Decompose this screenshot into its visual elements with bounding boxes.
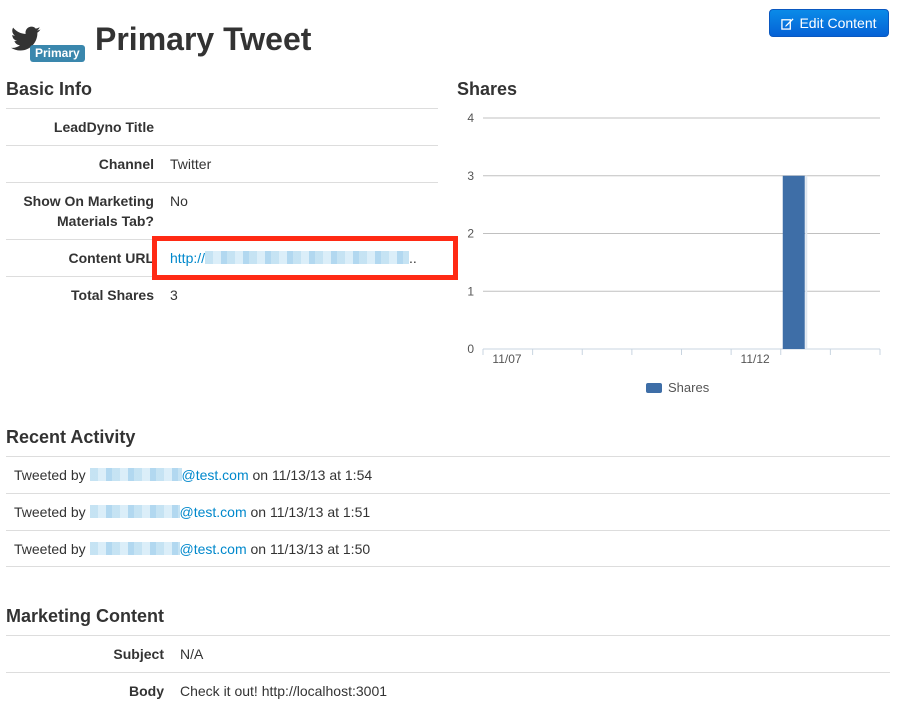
y-tick-label: 3 [467, 169, 474, 183]
info-label: Total Shares [71, 287, 154, 303]
info-row-total-shares: Total Shares 3 [6, 276, 438, 313]
marketing-value: Check it out! http://localhost:3001 [180, 683, 388, 699]
activity-prefix: Tweeted by [14, 467, 86, 483]
info-label: LeadDyno Title [53, 119, 154, 135]
y-tick-label: 4 [467, 111, 474, 125]
info-value: Twitter [170, 156, 212, 172]
activity-item: Tweeted by @test.com on 11/13/13 at 1:50 [6, 530, 890, 567]
info-label: Channel [98, 156, 154, 172]
info-label: Content URL [68, 250, 154, 266]
activity-prefix: Tweeted by [14, 504, 86, 520]
chart-plot: 0 1 2 3 4 11/07 11/12 [467, 111, 881, 366]
info-row-title: LeadDyno Title [6, 108, 438, 145]
info-row-show-on-marketing: Show On Marketing Materials Tab? No [6, 182, 438, 239]
x-tick-label: 11/12 [741, 352, 770, 366]
y-tick-label: 2 [467, 227, 474, 241]
info-row-channel: Channel Twitter [6, 145, 438, 182]
x-tick-label: 11/07 [492, 352, 521, 366]
activity-prefix: Tweeted by [14, 541, 86, 557]
basic-info-table: LeadDyno Title Channel Twitter Show On M… [6, 108, 438, 313]
activity-email-link[interactable]: @test.com [182, 467, 249, 483]
activity-email-link[interactable]: @test.com [180, 504, 247, 520]
basic-info-title: Basic Info [6, 79, 93, 99]
legend-label: Shares [668, 380, 710, 395]
marketing-value: N/A [180, 646, 204, 662]
page-title: Primary Tweet [95, 21, 312, 57]
redacted-email [89, 468, 182, 481]
legend-swatch [646, 382, 662, 393]
edit-content-button[interactable]: Edit Content [769, 9, 889, 37]
y-tick-label: 1 [467, 284, 474, 298]
activity-email-link[interactable]: @test.com [180, 541, 247, 557]
activity-time: on 11/13/13 at 1:51 [250, 504, 371, 520]
marketing-content-title: Marketing Content [6, 606, 165, 626]
marketing-label: Body [129, 683, 164, 699]
activity-item: Tweeted by @test.com on 11/13/13 at 1:51 [6, 493, 890, 530]
redacted-email [89, 505, 180, 518]
activity-item: Tweeted by @test.com on 11/13/13 at 1:54 [6, 456, 890, 493]
recent-activity-list: Tweeted by @test.com on 11/13/13 at 1:54… [6, 456, 890, 567]
bar-shares [782, 175, 805, 349]
highlight-box [152, 236, 458, 280]
edit-content-label: Edit Content [799, 15, 877, 31]
shares-chart: 0 1 2 3 4 11/07 11/12 Shares [440, 100, 890, 400]
chart-legend: Shares [646, 380, 709, 395]
marketing-content-table: Subject N/A Body Check it out! http://lo… [6, 635, 890, 709]
activity-time: on 11/13/13 at 1:54 [252, 467, 373, 483]
info-value: No [170, 193, 188, 209]
info-label: Show On Marketing Materials Tab? [23, 193, 154, 229]
info-value: 3 [170, 287, 178, 303]
shares-chart-title: Shares [457, 79, 518, 99]
edit-icon [781, 17, 795, 30]
marketing-row-body: Body Check it out! http://localhost:3001 [6, 672, 890, 709]
activity-time: on 11/13/13 at 1:50 [250, 541, 371, 557]
primary-badge: Primary [30, 45, 85, 62]
marketing-label: Subject [113, 646, 164, 662]
y-tick-label: 0 [467, 342, 474, 356]
recent-activity-title: Recent Activity [6, 427, 136, 447]
redacted-email [89, 542, 180, 555]
marketing-row-subject: Subject N/A [6, 635, 890, 672]
